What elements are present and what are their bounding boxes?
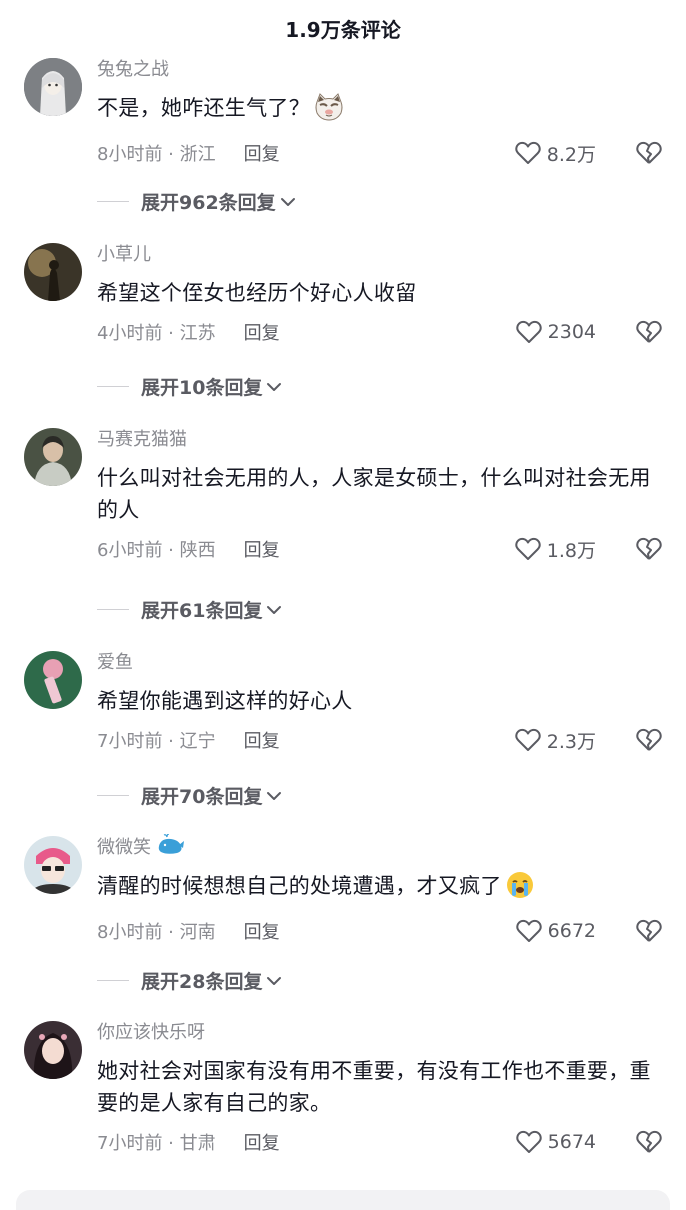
heart-icon bbox=[515, 1130, 542, 1153]
like-button[interactable]: 2.3万 bbox=[515, 727, 596, 754]
divider-line bbox=[97, 609, 129, 610]
comment-time-location: 8小时前 · 浙江 bbox=[97, 144, 216, 165]
comment-time-location: 7小时前 · 辽宁 bbox=[97, 731, 216, 752]
comment-meta: 4小时前 · 江苏 回复 2304 bbox=[97, 315, 666, 349]
divider-line bbox=[97, 980, 129, 981]
comment-text: 清醒的时候想想自己的处境遭遇，才又疯了 bbox=[97, 870, 666, 908]
comment-username[interactable]: 你应该快乐呀 bbox=[97, 1021, 666, 1045]
chevron-down-icon bbox=[266, 975, 282, 987]
expand-replies-button[interactable]: 展开70条回复 bbox=[97, 782, 282, 809]
comment-username[interactable]: 兔兔之战 bbox=[97, 58, 666, 82]
expand-replies-label: 展开10条回复 bbox=[141, 377, 263, 399]
divider-line bbox=[97, 795, 129, 796]
heart-icon bbox=[515, 537, 541, 560]
comment-meta: 8小时前 · 河南 回复 6672 bbox=[97, 914, 666, 948]
comment-text: 不是，她咋还生气了？ bbox=[97, 92, 666, 130]
comment-time-location: 6小时前 · 陕西 bbox=[97, 540, 216, 561]
divider-line bbox=[97, 201, 129, 202]
chevron-down-icon bbox=[266, 790, 282, 802]
avatar[interactable] bbox=[24, 836, 82, 894]
comment-text: 她对社会对国家有没有用不重要，有没有工作也不重要，重要的是人家有自己的家。 bbox=[97, 1059, 651, 1115]
comment-meta: 7小时前 · 辽宁 回复 2.3万 bbox=[97, 723, 666, 757]
comment-time-location: 7小时前 · 甘肃 bbox=[97, 1133, 216, 1154]
like-button[interactable]: 2304 bbox=[515, 320, 596, 344]
heart-icon bbox=[515, 320, 542, 343]
like-count: 2.3万 bbox=[546, 730, 596, 753]
comment-text: 什么叫对社会无用的人，人家是女硕士，什么叫对社会无用的人 bbox=[97, 466, 651, 522]
comment-count-title: 1.9万条评论 bbox=[285, 17, 401, 42]
avatar[interactable] bbox=[24, 58, 82, 116]
like-button[interactable]: 1.8万 bbox=[515, 536, 596, 563]
dislike-button[interactable] bbox=[636, 1130, 662, 1154]
broken-heart-icon bbox=[636, 141, 662, 164]
reply-button[interactable]: 回复 bbox=[244, 1129, 280, 1155]
dislike-button[interactable] bbox=[636, 141, 662, 165]
crying-face-icon bbox=[506, 871, 534, 908]
dislike-button[interactable] bbox=[636, 728, 662, 752]
like-button[interactable]: 8.2万 bbox=[515, 140, 596, 167]
expand-replies-label: 展开61条回复 bbox=[141, 600, 263, 622]
comment-input-bar[interactable] bbox=[16, 1190, 670, 1210]
expand-replies-button[interactable]: 展开962条回复 bbox=[97, 188, 296, 215]
divider-line bbox=[97, 386, 129, 387]
reply-button[interactable]: 回复 bbox=[244, 727, 280, 753]
dislike-button[interactable] bbox=[636, 320, 662, 344]
broken-heart-icon bbox=[636, 1130, 662, 1153]
broken-heart-icon bbox=[636, 537, 662, 560]
comment-time-location: 4小时前 · 江苏 bbox=[97, 323, 216, 344]
comment-meta: 6小时前 · 陕西 回复 1.8万 bbox=[97, 532, 666, 566]
comment-text: 希望这个侄女也经历个好心人收留 bbox=[97, 281, 417, 305]
expand-replies-button[interactable]: 展开28条回复 bbox=[97, 967, 282, 994]
comment-username[interactable]: 小草儿 bbox=[97, 243, 666, 267]
avatar[interactable] bbox=[24, 651, 82, 709]
like-count: 5674 bbox=[547, 1131, 596, 1153]
cat-face-icon bbox=[314, 93, 344, 130]
like-count: 1.8万 bbox=[546, 539, 596, 562]
comment-username[interactable]: 马赛克猫猫 bbox=[97, 428, 666, 452]
reply-button[interactable]: 回复 bbox=[244, 140, 280, 166]
broken-heart-icon bbox=[636, 919, 662, 942]
avatar[interactable] bbox=[24, 428, 82, 486]
reply-button[interactable]: 回复 bbox=[244, 319, 280, 345]
dislike-button[interactable] bbox=[636, 919, 662, 943]
like-count: 8.2万 bbox=[546, 143, 596, 166]
reply-button[interactable]: 回复 bbox=[244, 536, 280, 562]
comments-header: 1.9万条评论 bbox=[0, 0, 686, 56]
heart-icon bbox=[515, 919, 542, 942]
chevron-down-icon bbox=[266, 381, 282, 393]
like-button[interactable]: 6672 bbox=[515, 919, 596, 943]
broken-heart-icon bbox=[636, 320, 662, 343]
expand-replies-button[interactable]: 展开61条回复 bbox=[97, 596, 282, 623]
comment-meta: 8小时前 · 浙江 回复 8.2万 bbox=[97, 136, 666, 170]
expand-replies-label: 展开28条回复 bbox=[141, 971, 263, 993]
like-count: 2304 bbox=[547, 321, 596, 343]
comment-time-location: 8小时前 · 河南 bbox=[97, 922, 216, 943]
reply-button[interactable]: 回复 bbox=[244, 918, 280, 944]
dislike-button[interactable] bbox=[636, 537, 662, 561]
avatar[interactable] bbox=[24, 1021, 82, 1079]
chevron-down-icon bbox=[266, 604, 282, 616]
expand-replies-button[interactable]: 展开10条回复 bbox=[97, 373, 282, 400]
broken-heart-icon bbox=[636, 728, 662, 751]
heart-icon bbox=[515, 141, 541, 164]
expand-replies-label: 展开70条回复 bbox=[141, 786, 263, 808]
comment-username[interactable]: 微微笑 bbox=[97, 832, 666, 863]
comment-text: 希望你能遇到这样的好心人 bbox=[97, 689, 353, 713]
avatar[interactable] bbox=[24, 243, 82, 301]
comment-meta: 7小时前 · 甘肃 回复 5674 bbox=[97, 1125, 666, 1159]
expand-replies-label: 展开962条回复 bbox=[141, 192, 276, 214]
whale-icon bbox=[157, 832, 185, 863]
heart-icon bbox=[515, 728, 541, 751]
like-count: 6672 bbox=[547, 920, 596, 942]
comment-username[interactable]: 爱鱼 bbox=[97, 651, 666, 675]
like-button[interactable]: 5674 bbox=[515, 1130, 596, 1154]
chevron-down-icon bbox=[280, 196, 296, 208]
